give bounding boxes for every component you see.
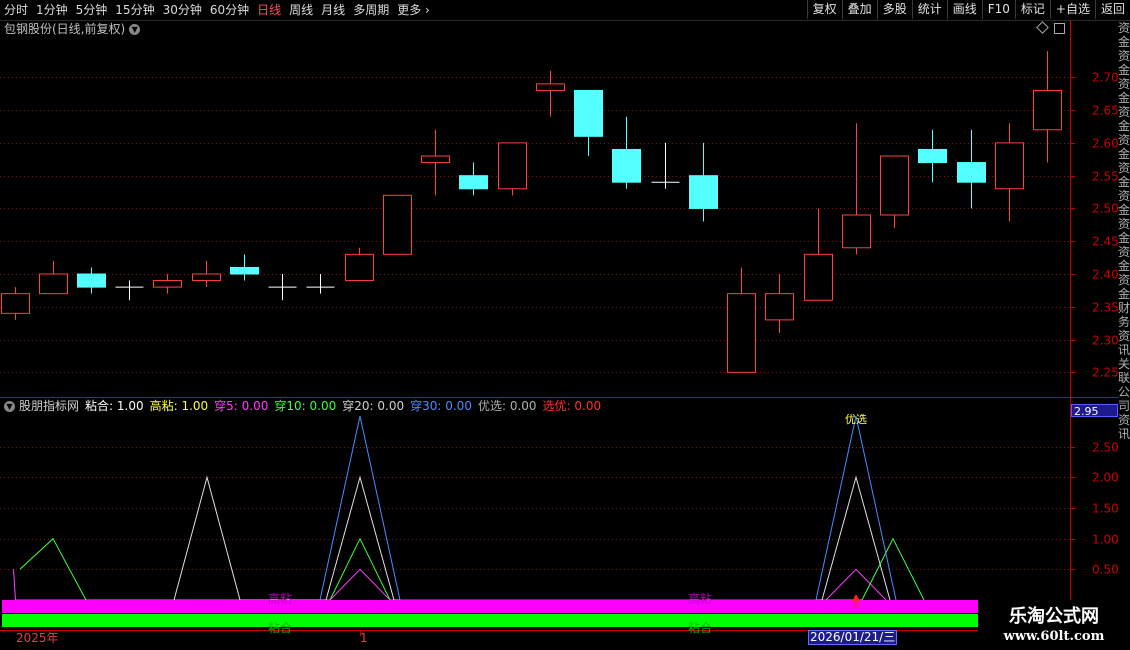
candle-body-26	[995, 142, 1024, 190]
date-label-mid: 1	[360, 631, 368, 645]
legend-item-3: 穿10: 0.00	[274, 399, 337, 413]
y-tick-label-6: 2.55	[1092, 170, 1119, 184]
candle-body-6	[230, 266, 259, 275]
candle-body-5	[192, 273, 221, 282]
sub-y-tick-label-4: 2.50	[1092, 441, 1119, 455]
sub-y-tick-label-0: 0.50	[1092, 563, 1119, 577]
signal-bar-label-1: 高粘	[688, 591, 712, 606]
candle-body-19	[727, 293, 756, 373]
candle-body-16	[612, 148, 641, 183]
chart-area: 2.25 2.30 2.35 2.40 2.45 2.50 2.55 2.60 2.65 2.70…	[0, 20, 1119, 636]
right-side-panel[interactable]: 资金资金资金资金资金资金资金资金资金资金财务资讯关联公司资讯	[1118, 21, 1130, 611]
candle-body-22	[842, 214, 871, 249]
signal-bar-label-0: 高粘	[268, 591, 292, 606]
signal-bar-0	[2, 600, 978, 613]
candle-body-9	[345, 253, 374, 282]
y-tick-label-1: 2.30	[1092, 334, 1119, 348]
diamond-icon[interactable]	[1036, 21, 1049, 34]
signal-bar-label-3: 粘合	[688, 620, 712, 635]
candle-body-14	[536, 83, 565, 91]
window-toggle-icon[interactable]	[1054, 23, 1065, 34]
legend-item-7: 选优: 0.00	[542, 399, 602, 413]
date-label-left: 2025年	[16, 631, 59, 645]
main-chart-title: 包钢股份(日线,前复权) ▼	[4, 21, 141, 37]
sub-y-tick-label-2: 1.50	[1092, 502, 1119, 516]
signal-bar-1	[2, 614, 978, 627]
candle-body-0	[1, 293, 30, 314]
legend-item-1: 高粘: 1.00	[149, 399, 209, 413]
y-tick-label-3: 2.40	[1092, 268, 1119, 282]
sub-y-tick-label-3: 2.00	[1092, 471, 1119, 485]
last-price-label: 2.95	[1071, 404, 1118, 418]
candle-body-23	[880, 155, 909, 216]
indicator-line-0	[13, 568, 887, 601]
y-tick-label-0: 2.25	[1092, 366, 1119, 380]
y-tick-label-2: 2.35	[1092, 301, 1119, 315]
legend-item-2: 穿5: 0.00	[214, 399, 269, 413]
candle-body-21	[804, 253, 833, 301]
sub-y-tick-label-1: 1.00	[1092, 533, 1119, 547]
candle-body-2	[77, 273, 106, 288]
legend-item-5: 穿30: 0.00	[410, 399, 472, 413]
y-tick-label-9: 2.70	[1092, 71, 1119, 85]
indicator-values: 粘合: 1.00 高粘: 1.00 穿5: 0.00 穿10: 0.00 穿20: 0.…	[85, 398, 607, 414]
chart-corner-icons	[1036, 21, 1065, 34]
indicator-name: 股朋指标网	[19, 399, 80, 413]
candle-body-27	[1033, 89, 1062, 131]
y-tick-label-4: 2.45	[1092, 235, 1119, 249]
candle-body-20	[765, 293, 794, 321]
y-tick-label-5: 2.50	[1092, 202, 1119, 216]
date-label-cursor: 2026/01/21/三	[808, 630, 898, 645]
legend-item-6: 优选: 0.00	[477, 399, 537, 413]
main-title-text: 包钢股份(日线,前复权)	[4, 22, 126, 36]
legend-item-4: 穿20: 0.00	[342, 399, 405, 413]
candle-body-10	[383, 194, 412, 255]
candle-body-18	[689, 175, 718, 209]
candle-body-13	[498, 142, 527, 190]
candle-body-24	[918, 148, 947, 164]
legend-item-0: 粘合: 1.00	[85, 399, 144, 413]
top-signal-label: 优选	[845, 413, 867, 426]
candle-body-12	[459, 175, 488, 190]
candle-body-15	[574, 89, 603, 137]
watermark-url: www.60lt.com	[1003, 629, 1105, 644]
indicator-line-2	[173, 475, 891, 601]
y-tick-label-8: 2.65	[1092, 104, 1119, 118]
signal-bar-label-2: 粘合	[268, 620, 292, 635]
indicator-legend: ▼ 股朋指标网 粘合: 1.00 高粘: 1.00 穿5: 0.00 穿10: 0.0…	[4, 398, 607, 414]
candle-body-11	[421, 155, 450, 164]
y-tick-label-7: 2.60	[1092, 137, 1119, 151]
candle-body-1	[39, 273, 68, 295]
chevron-down-icon[interactable]: ▼	[129, 23, 141, 35]
watermark: 乐淘公式网 www.60lt.com	[978, 600, 1130, 650]
watermark-title: 乐淘公式网	[1009, 606, 1099, 627]
chevron-down-icon[interactable]: ▼	[4, 400, 15, 412]
candle-body-25	[957, 162, 986, 183]
signal-arrow-icon	[852, 594, 860, 601]
candle-body-4	[153, 280, 182, 288]
